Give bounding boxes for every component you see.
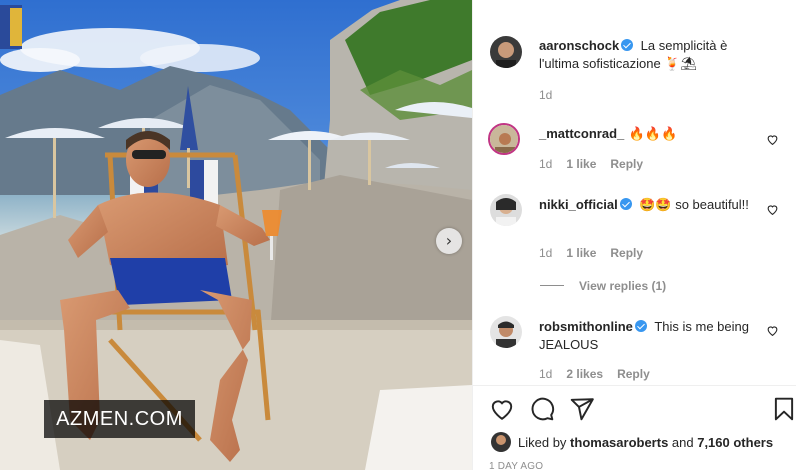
avatar-comment-3[interactable] (490, 316, 522, 348)
avatar-comment-2-image (490, 194, 522, 226)
posted-ago[interactable]: 1 DAY AGO (489, 461, 543, 470)
liked-by-prefix: Liked by (518, 434, 571, 450)
avatar-comment-1-image (490, 125, 518, 153)
comment-3-reply[interactable]: Reply (617, 367, 650, 381)
like-comment-1-icon[interactable] (766, 133, 779, 146)
comment-3: robsmithonline This is me being JEALOUS (539, 318, 759, 354)
post-photo[interactable]: › AZMEN.COM (0, 0, 472, 470)
comment-1-reply[interactable]: Reply (610, 157, 643, 171)
avatar-comment-1[interactable] (488, 123, 520, 155)
comment-2-time: 1d (539, 246, 553, 260)
comment-3-time: 1d (539, 367, 553, 381)
comment-2-username[interactable]: nikki_official (539, 197, 618, 212)
liked-by-count[interactable]: 7,160 others (697, 435, 773, 450)
avatar-author[interactable] (490, 36, 522, 68)
comment-1-time: 1d (539, 157, 553, 171)
liked-by-username[interactable]: thomasaroberts (570, 435, 668, 450)
comment-3-likes[interactable]: 2 likes (566, 367, 603, 381)
comment-1-username[interactable]: _mattconrad_ (539, 126, 624, 141)
next-arrow-icon: › (445, 231, 453, 250)
comment-1-meta: 1d 1 like Reply (539, 157, 643, 171)
comment-3-username[interactable]: robsmithonline (539, 319, 633, 334)
liked-by-middle: and (668, 434, 698, 450)
comment-1: _mattconrad_ 🔥🔥🔥 (539, 125, 759, 143)
comment-2-meta: 1d 1 like Reply (539, 246, 643, 260)
like-icon[interactable] (489, 396, 515, 422)
avatar-comment-2[interactable] (490, 194, 522, 226)
post-caption: aaronschock La semplicità è l'ultima sof… (539, 37, 759, 73)
comment-2-text: 🤩🤩 so beautiful!! (639, 197, 749, 212)
comment-1-likes[interactable]: 1 like (566, 157, 596, 171)
share-icon[interactable] (569, 396, 595, 422)
comment-2-reply[interactable]: Reply (610, 246, 643, 260)
verified-icon (619, 198, 632, 210)
comment-2-likes[interactable]: 1 like (566, 246, 596, 260)
comments-panel: aaronschock La semplicità è l'ultima sof… (472, 0, 796, 470)
verified-icon (621, 39, 634, 51)
comment-3-meta: 1d 2 likes Reply (539, 367, 650, 381)
post-time: 1d (539, 88, 553, 102)
replies-line (540, 285, 564, 286)
comment-icon[interactable] (529, 396, 555, 422)
actions-divider (473, 385, 796, 386)
liked-by-avatar[interactable] (491, 432, 511, 452)
like-comment-2-icon[interactable] (766, 203, 779, 216)
author-username[interactable]: aaronschock (539, 38, 619, 53)
comment-2: nikki_official 🤩🤩 so beautiful!! (539, 196, 759, 214)
like-comment-3-icon[interactable] (766, 324, 779, 337)
comment-1-text: 🔥🔥🔥 (628, 126, 678, 141)
liked-by: Liked by thomasaroberts and 7,160 others (491, 432, 773, 452)
avatar-comment-3-image (490, 316, 522, 348)
watermark: AZMEN.COM (44, 400, 195, 438)
view-replies-link[interactable]: View replies (1) (579, 279, 666, 293)
avatar-author-image (490, 36, 522, 68)
verified-icon (634, 320, 647, 332)
save-icon[interactable] (771, 396, 796, 422)
next-photo-button[interactable]: › (436, 228, 462, 254)
